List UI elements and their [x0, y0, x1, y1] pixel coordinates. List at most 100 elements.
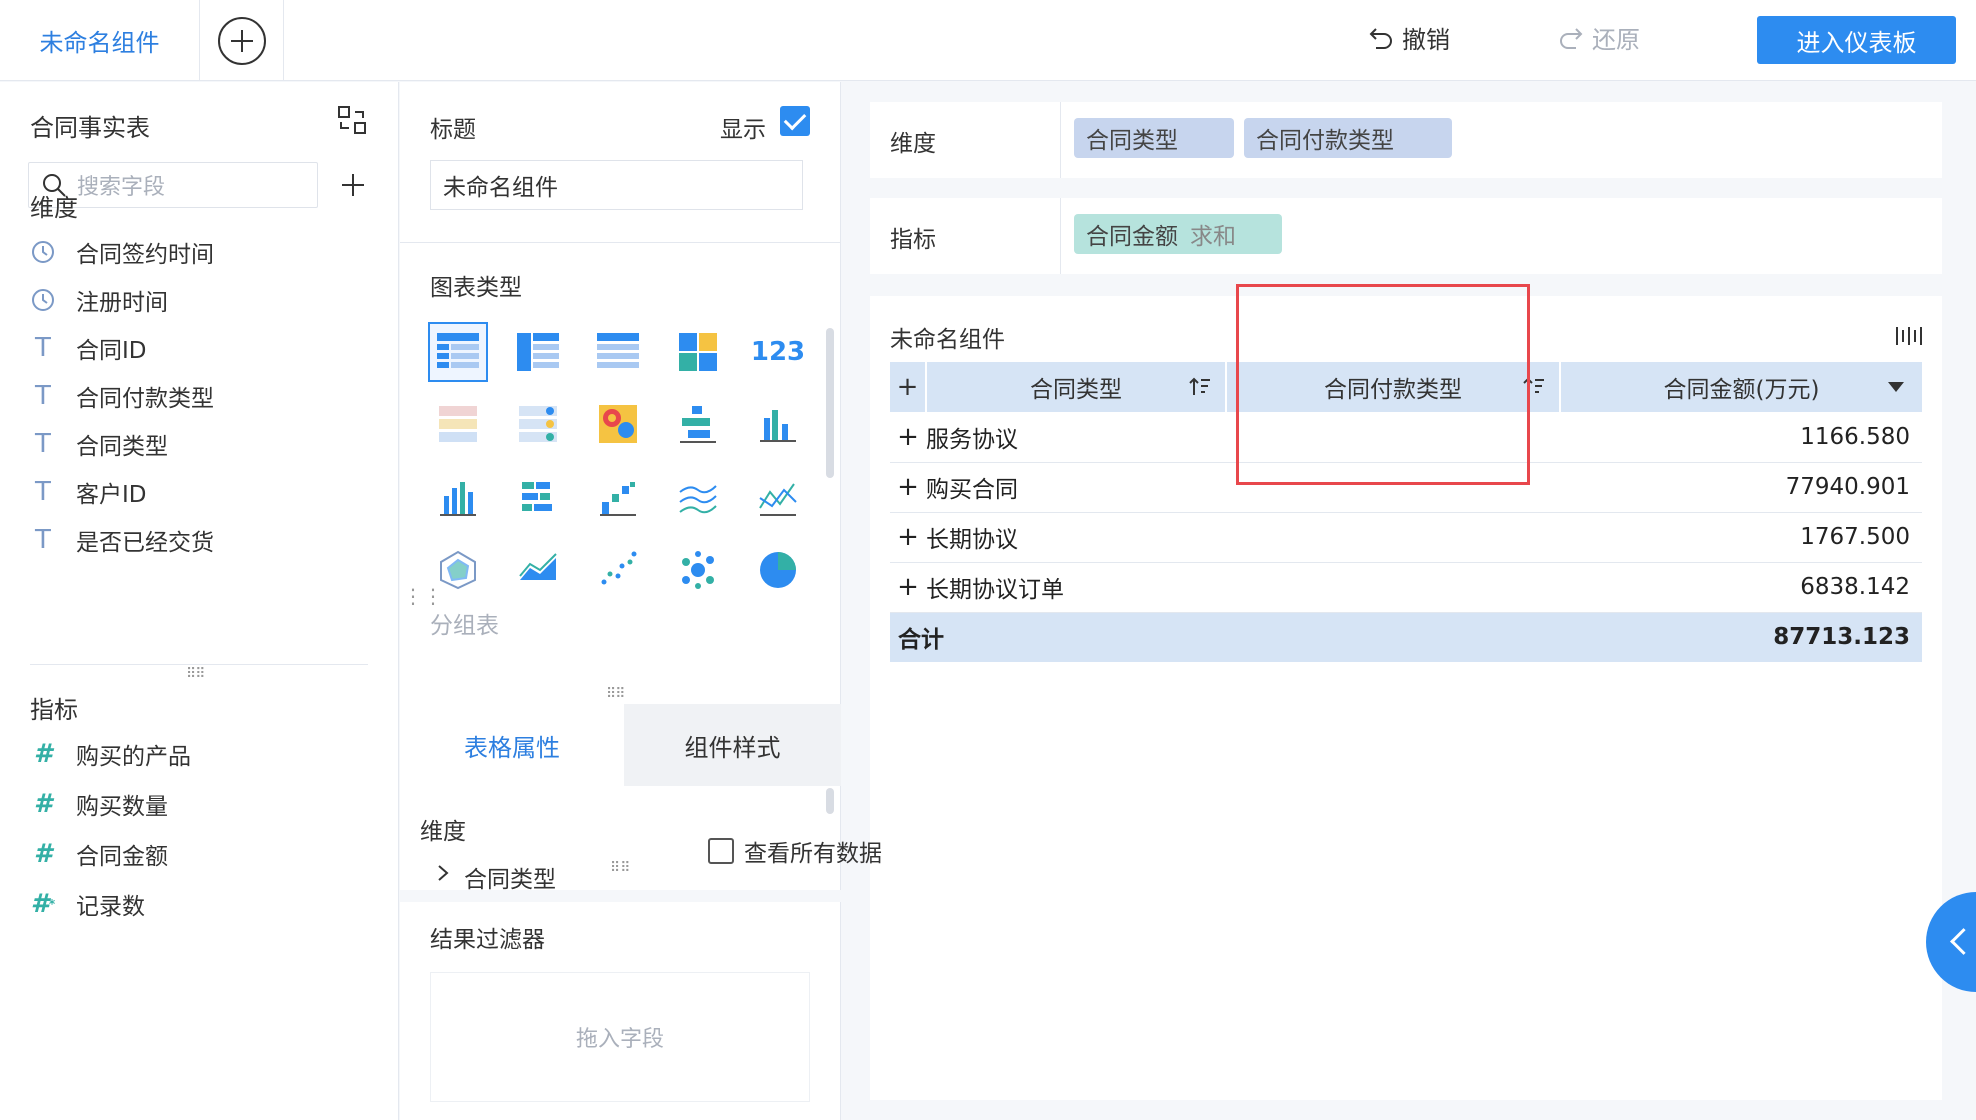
chart-type-kpi-table[interactable]	[428, 394, 488, 454]
indicator-shelf-label: 指标	[890, 227, 936, 253]
expand-row-button[interactable]: +	[890, 412, 926, 463]
sort-icon[interactable]	[1189, 375, 1211, 399]
expand-all-button[interactable]: +	[890, 362, 927, 412]
field-item[interactable]: # 购买数量	[30, 784, 168, 824]
field-item[interactable]: 合同签约时间	[30, 232, 214, 272]
field-label: 合同金额	[76, 844, 168, 870]
tab-unnamed-component[interactable]: 未命名组件	[0, 0, 200, 81]
tab-label: 表格属性	[464, 733, 560, 762]
resize-handle-icon[interactable]: ⠿⠿	[186, 666, 205, 682]
field-item[interactable]: T 合同ID	[30, 328, 146, 368]
chart-type-grouped-bar[interactable]	[748, 394, 808, 454]
header-label: 合同类型	[1030, 377, 1122, 403]
drag-handle-icon[interactable]: ⠿⠿	[610, 860, 631, 876]
field-label: 合同签约时间	[76, 242, 214, 268]
field-item[interactable]: # * 记录数	[30, 884, 145, 924]
column-chart-icon	[440, 482, 476, 516]
title-input[interactable]: 未命名组件	[430, 160, 803, 210]
chart-type-color-block[interactable]	[668, 322, 728, 382]
chart-type-detail-table[interactable]	[588, 322, 648, 382]
row-value-cell: 77940.901	[1560, 462, 1922, 513]
chart-type-indicator-card[interactable]	[508, 394, 568, 454]
header-label: 合同金额(万元)	[1663, 377, 1820, 403]
detail-table-icon	[597, 333, 639, 368]
chart-type-bubble[interactable]	[668, 540, 728, 600]
chart-type-area[interactable]	[508, 540, 568, 600]
title-label: 标题	[430, 117, 476, 143]
field-item[interactable]: 注册时间	[30, 280, 168, 320]
switch-table-icon[interactable]	[336, 104, 368, 136]
chart-type-pie[interactable]	[748, 540, 808, 600]
chart-type-column[interactable]	[428, 468, 488, 528]
chart-type-cross-table[interactable]	[508, 322, 568, 382]
field-item[interactable]: T 是否已经交货	[30, 520, 214, 560]
chart-type-kpi[interactable]: 123	[748, 322, 808, 382]
add-tab-button[interactable]	[200, 0, 284, 81]
props-dimension-label: 合同类型	[464, 867, 556, 890]
dropdown-arrow-icon[interactable]	[1888, 382, 1904, 392]
chart-type-line[interactable]	[748, 468, 808, 528]
grouped-bar-icon	[760, 410, 796, 442]
chart-type-range-bar[interactable]	[668, 394, 728, 454]
text-type-icon: T	[35, 381, 51, 411]
pill-label: 合同付款类型	[1256, 128, 1394, 154]
undo-label: 撤销	[1402, 26, 1450, 54]
row-type-cell: 购买合同	[926, 462, 1226, 513]
view-all-data-toggle[interactable]: 查看所有数据	[708, 834, 882, 868]
expand-row-button[interactable]: +	[890, 562, 926, 613]
props-dimension-item[interactable]: 合同类型 ⠿⠿	[436, 860, 631, 890]
computed-number-icon: # *	[30, 889, 56, 919]
tab-table-properties[interactable]: 表格属性	[400, 704, 624, 786]
dimension-pill[interactable]: 合同类型	[1074, 118, 1234, 158]
indicator-shelf[interactable]: 指标 合同金额 求和	[870, 198, 1942, 274]
config-panel: 标题 显示 未命名组件 图表类型 123 分组表 ⠿⠿ 表格属性 组件样式 维度…	[400, 82, 841, 1120]
tab-component-style[interactable]: 组件样式	[624, 704, 841, 786]
indicator-pill[interactable]: 合同金额 求和	[1074, 214, 1282, 254]
field-item[interactable]: # 购买的产品	[30, 734, 191, 774]
text-type-icon: T	[35, 477, 51, 507]
kpi-table-icon	[439, 406, 477, 442]
enter-dashboard-button[interactable]: 进入仪表板	[1757, 16, 1956, 64]
dimension-pill[interactable]: 合同付款类型	[1244, 118, 1452, 158]
dimension-shelf[interactable]: 维度 合同类型 合同付款类型	[870, 102, 1942, 178]
chart-type-waterfall[interactable]	[588, 468, 648, 528]
resize-handle-icon[interactable]: ⠿⠿	[606, 686, 625, 702]
number-type-icon: #	[33, 839, 53, 869]
chart-type-scrollbar[interactable]	[826, 328, 834, 478]
column-header[interactable]: 合同金额(万元)	[1560, 362, 1922, 412]
undo-button[interactable]: 撤销	[1368, 20, 1450, 55]
field-label: 购买的产品	[76, 744, 191, 770]
field-item[interactable]: T 合同类型	[30, 424, 168, 464]
heatmap-icon	[599, 405, 637, 443]
column-width-icon[interactable]	[1894, 324, 1924, 348]
filter-drop-zone[interactable]: 拖入字段	[430, 972, 810, 1102]
chart-type-scatter[interactable]	[588, 540, 648, 600]
show-title-checkbox[interactable]	[780, 106, 810, 136]
number-type-icon: #	[33, 739, 53, 769]
row-type-cell: 长期协议	[926, 512, 1226, 563]
panel-drag-handle-icon[interactable]: ⋮⋮	[403, 584, 443, 608]
chart-type-area-line[interactable]	[668, 468, 728, 528]
chart-type-caption: 分组表	[430, 613, 499, 639]
chart-type-stacked-bar[interactable]	[508, 468, 568, 528]
field-item[interactable]: T 客户ID	[30, 472, 146, 512]
field-item[interactable]: T 合同付款类型	[30, 376, 214, 416]
search-placeholder: 搜索字段	[77, 175, 166, 200]
line-chart-icon	[759, 483, 797, 516]
column-header[interactable]: 合同类型	[926, 362, 1227, 412]
total-value: 87713.123	[1560, 612, 1922, 662]
total-row: 合计 87713.123	[890, 612, 1922, 662]
props-scrollbar[interactable]	[826, 788, 834, 814]
expand-row-button[interactable]: +	[890, 512, 926, 563]
redo-label: 还原	[1592, 26, 1640, 54]
total-label: 合计	[890, 612, 1560, 662]
chart-type-heatmap[interactable]	[588, 394, 648, 454]
kpi-icon: 123	[750, 337, 806, 367]
chart-type-grouped-table[interactable]	[428, 322, 488, 382]
redo-button[interactable]: 还原	[1558, 20, 1640, 55]
view-all-checkbox[interactable]	[708, 838, 734, 864]
expand-row-button[interactable]: +	[890, 462, 926, 513]
field-label: 合同类型	[76, 434, 168, 460]
add-field-icon[interactable]	[338, 170, 368, 200]
field-item[interactable]: # 合同金额	[30, 834, 168, 874]
